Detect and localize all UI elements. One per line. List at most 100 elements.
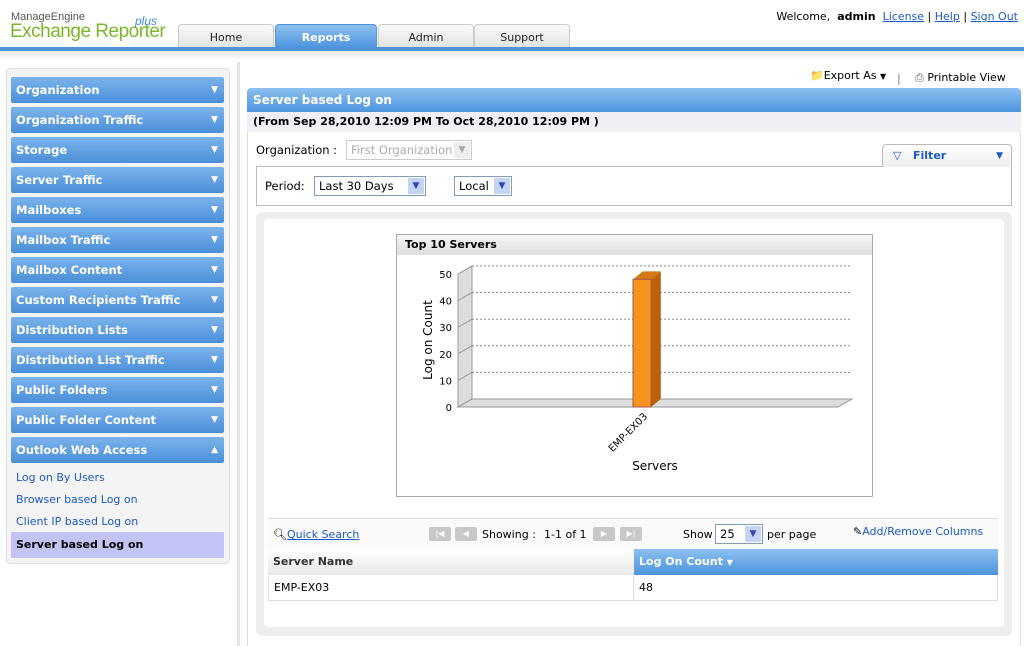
column-label: Log On Count — [639, 555, 723, 568]
category-label: Distribution List Traffic — [16, 353, 165, 367]
license-link[interactable]: License — [883, 10, 924, 23]
sidebar-category-mailbox-content[interactable]: Mailbox Content ▼ — [11, 257, 224, 283]
edit-columns-icon: ✎ — [853, 525, 863, 538]
username: admin — [837, 10, 876, 23]
y-tick-label: 50 — [439, 270, 452, 281]
sidebar-category-organization-traffic[interactable]: Organization Traffic ▼ — [11, 107, 224, 133]
quick-search-link[interactable]: 🔍︎Quick Search — [273, 528, 359, 541]
category-label: Mailbox Traffic — [16, 233, 111, 247]
sign-out-link[interactable]: Sign Out — [971, 10, 1018, 23]
sidebar-category-organization[interactable]: Organization ▼ — [11, 77, 224, 103]
category-label: Public Folders — [16, 383, 108, 397]
category-label: Custom Recipients Traffic — [16, 293, 181, 307]
sidebar-category-distribution-list-traffic[interactable]: Distribution List Traffic ▼ — [11, 347, 224, 373]
period-value: Last 30 Days — [319, 179, 394, 193]
y-tick-label: 0 — [446, 403, 452, 414]
sidebar-category-distribution-lists[interactable]: Distribution Lists ▼ — [11, 317, 224, 343]
organization-select[interactable]: First Organization ▼ — [346, 140, 472, 160]
chevron-down-icon: ▼ — [996, 151, 1003, 161]
separator: | — [897, 72, 901, 85]
bar-side — [651, 271, 661, 407]
x-axis-label: Servers — [632, 459, 678, 473]
category-label: Organization — [16, 83, 100, 97]
filter-toggle[interactable]: ▽ Filter ▼ — [882, 144, 1012, 167]
y-tick-label: 10 — [439, 376, 452, 387]
printer-icon: ⎙ — [915, 71, 924, 84]
logo-plus: plus — [135, 14, 158, 28]
export-label: Export As — [823, 69, 877, 82]
printable-view-button[interactable]: ⎙ Printable View — [915, 71, 1006, 85]
tab-home[interactable]: Home — [178, 24, 274, 48]
category-label: Mailboxes — [16, 203, 82, 217]
category-label: Outlook Web Access — [16, 443, 148, 457]
filter-label: Filter — [913, 149, 947, 162]
period-select[interactable]: Last 30 Days ▼ — [314, 176, 426, 196]
sep: | — [963, 10, 968, 23]
chevron-down-icon: ▼ — [211, 85, 218, 95]
sidebar-item-browser-log-on[interactable]: Browser based Log on — [16, 493, 138, 506]
chevron-up-icon: ▲ — [211, 445, 218, 455]
next-page-icon[interactable]: ▶ — [593, 527, 615, 541]
tab-support[interactable]: Support — [474, 24, 570, 48]
show-label: Show — [683, 528, 713, 541]
chevron-down-icon: ▼ — [211, 325, 218, 335]
splitter[interactable] — [237, 62, 240, 646]
sidebar-item-server-log-on[interactable]: Server based Log on — [11, 532, 224, 558]
per-page-label: per page — [767, 528, 817, 541]
chevron-down-icon: ▼ — [211, 355, 218, 365]
help-link[interactable]: Help — [935, 10, 960, 23]
chevron-down-icon: ▼ — [211, 145, 218, 155]
add-remove-label: Add/Remove Columns — [862, 525, 984, 538]
timezone-select[interactable]: Local ▼ — [454, 176, 512, 196]
sidebar-category-public-folder-content[interactable]: Public Folder Content ▼ — [11, 407, 224, 433]
chevron-down-icon: ▼ — [211, 295, 218, 305]
search-icon: 🔍︎ — [273, 528, 287, 541]
welcome-text: Welcome, — [776, 10, 831, 23]
sidebar-category-server-traffic[interactable]: Server Traffic ▼ — [11, 167, 224, 193]
bar — [632, 278, 652, 408]
printable-label: Printable View — [927, 71, 1006, 84]
timezone-value: Local — [459, 179, 489, 193]
chevron-down-icon: ▼ — [454, 142, 470, 158]
column-header-server-name[interactable]: Server Name — [268, 549, 634, 575]
chevron-down-icon: ▼ — [211, 115, 218, 125]
chart-wall — [457, 265, 473, 408]
sep: | — [927, 10, 932, 23]
export-icon: 📁 — [810, 69, 824, 82]
chart-title: Top 10 Servers — [397, 235, 872, 255]
tab-admin[interactable]: Admin — [378, 24, 474, 48]
sidebar-category-custom-recipients-traffic[interactable]: Custom Recipients Traffic ▼ — [11, 287, 224, 313]
prev-page-icon[interactable]: ◀ — [455, 527, 477, 541]
date-range: (From Sep 28,2010 12:09 PM To Oct 28,201… — [247, 112, 1021, 132]
quick-search-label: Quick Search — [286, 528, 360, 541]
sidebar-category-storage[interactable]: Storage ▼ — [11, 137, 224, 163]
sidebar-item-client-ip-log-on[interactable]: Client IP based Log on — [16, 515, 138, 528]
first-page-icon[interactable]: |◀ — [429, 527, 451, 541]
per-page-select[interactable]: 25 ▼ — [715, 524, 763, 544]
per-page-value: 25 — [720, 527, 735, 541]
chevron-down-icon: ▼ — [211, 235, 218, 245]
export-button[interactable]: 📁Export As ▼ — [810, 69, 886, 82]
sidebar-item-log-on-by-users[interactable]: Log on By Users — [16, 471, 105, 484]
table-cell-server: EMP-EX03 — [268, 575, 634, 601]
category-label: Distribution Lists — [16, 323, 128, 337]
showing-range: 1-1 of 1 — [544, 528, 587, 541]
bar-chart: 0 10 20 30 40 50 EMP-EX03 Servers Log on Count — [421, 265, 854, 473]
sidebar-category-mailbox-traffic[interactable]: Mailbox Traffic ▼ — [11, 227, 224, 253]
category-label: Public Folder Content — [16, 413, 156, 427]
chevron-down-icon: ▼ — [494, 178, 510, 194]
sidebar-category-mailboxes[interactable]: Mailboxes ▼ — [11, 197, 224, 223]
category-label: Storage — [16, 143, 68, 157]
sidebar-category-outlook-web-access[interactable]: Outlook Web Access ▲ — [11, 437, 224, 463]
last-page-icon[interactable]: ▶| — [620, 527, 642, 541]
sidebar-category-public-folders[interactable]: Public Folders ▼ — [11, 377, 224, 403]
period-label: Period: — [265, 179, 305, 193]
tab-reports[interactable]: Reports — [275, 24, 377, 48]
column-header-log-on-count[interactable]: Log On Count ▼ — [634, 549, 998, 575]
add-remove-columns-link[interactable]: ✎Add/Remove Columns — [853, 525, 983, 538]
chevron-down-icon: ▼ — [408, 178, 424, 194]
category-label: Server Traffic — [16, 173, 103, 187]
category-label: Mailbox Content — [16, 263, 123, 277]
chevron-down-icon: ▼ — [211, 265, 218, 275]
org-value: First Organization — [351, 143, 453, 157]
